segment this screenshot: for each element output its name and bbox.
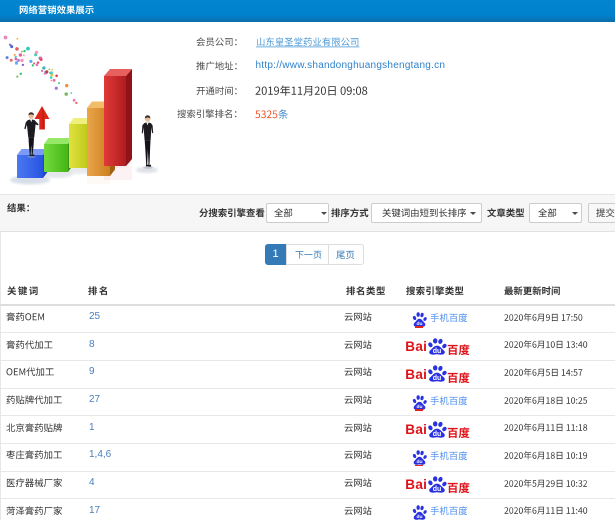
- svg-text:du: du: [433, 375, 442, 382]
- svg-text:du: du: [433, 347, 442, 354]
- svg-text:du: du: [433, 486, 442, 493]
- svg-text:du: du: [433, 430, 442, 437]
